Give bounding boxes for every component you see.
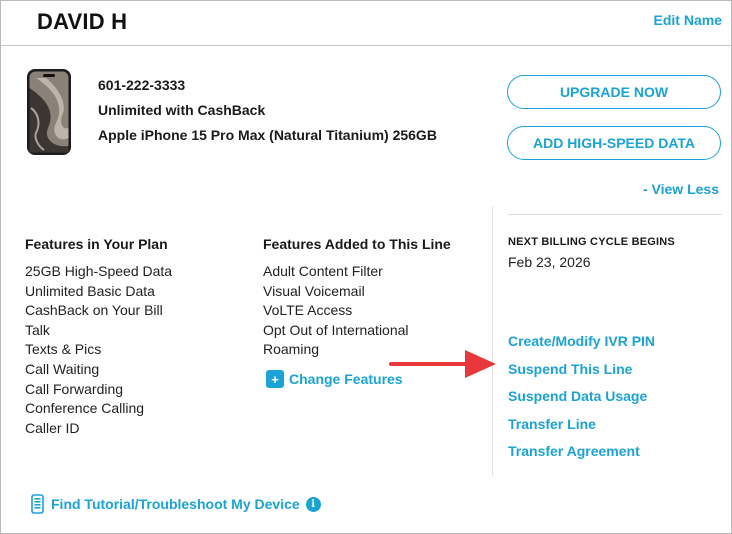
added-feature-item: Visual Voicemail bbox=[263, 282, 365, 299]
line-actions-list: Create/Modify IVR PIN Suspend This Line … bbox=[508, 328, 655, 466]
line-card: DAVID H Edit Name 601-222-3333 Unlimited… bbox=[0, 0, 732, 534]
added-features-column: Features Added to This Line Adult Conten… bbox=[263, 236, 451, 360]
billing-cycle-date: Feb 23, 2026 bbox=[508, 254, 591, 270]
added-feature-item: Opt Out of International bbox=[263, 321, 409, 338]
added-feature-item: Adult Content Filter bbox=[263, 263, 383, 279]
red-arrow-annotation bbox=[389, 350, 496, 378]
divider bbox=[508, 214, 722, 215]
plan-feature-item: Unlimited Basic Data bbox=[25, 282, 155, 299]
change-features-link[interactable]: + Change Features bbox=[266, 370, 403, 388]
plan-feature-item: Caller ID bbox=[25, 419, 80, 436]
added-feature-item: VoLTE Access bbox=[263, 302, 353, 319]
find-tutorial-label: Find Tutorial/Troubleshoot My Device bbox=[51, 496, 300, 512]
plan-feature-item: Conference Calling bbox=[25, 400, 145, 417]
added-features-heading: Features Added to This Line bbox=[263, 236, 451, 252]
line-info: 601-222-3333 Unlimited with CashBack App… bbox=[98, 73, 437, 148]
plan-feature-item: Call Forwarding bbox=[25, 380, 124, 397]
add-high-speed-data-button[interactable]: ADD HIGH-SPEED DATA bbox=[507, 126, 721, 160]
info-icon[interactable]: i bbox=[305, 496, 321, 512]
find-tutorial-link[interactable]: Find Tutorial/Troubleshoot My Device i bbox=[31, 494, 321, 514]
plan-feature-item: CashBack on Your Bill bbox=[25, 302, 163, 319]
plan-feature-item: Texts & Pics bbox=[25, 341, 102, 358]
billing-cycle-label: NEXT BILLING CYCLE BEGINS bbox=[508, 236, 675, 248]
create-modify-ivr-pin-link[interactable]: Create/Modify IVR PIN bbox=[508, 328, 655, 356]
device-name: Apple iPhone 15 Pro Max (Natural Titaniu… bbox=[98, 127, 437, 143]
column-divider bbox=[492, 206, 493, 476]
plan-features-heading: Features in Your Plan bbox=[25, 236, 168, 252]
change-features-label: Change Features bbox=[289, 371, 403, 387]
plan-name: Unlimited with CashBack bbox=[98, 102, 266, 118]
plan-feature-item: Call Waiting bbox=[25, 360, 100, 377]
transfer-line-link[interactable]: Transfer Line bbox=[508, 411, 655, 439]
plan-features-column: Features in Your Plan 25GB High-Speed Da… bbox=[25, 236, 172, 438]
suspend-data-usage-link[interactable]: Suspend Data Usage bbox=[508, 383, 655, 411]
device-icon bbox=[31, 494, 44, 514]
transfer-agreement-link[interactable]: Transfer Agreement bbox=[508, 438, 655, 466]
view-less-link[interactable]: - View Less bbox=[643, 181, 719, 197]
plan-feature-item: 25GB High-Speed Data bbox=[25, 263, 173, 279]
plus-icon: + bbox=[266, 370, 284, 388]
phone-image bbox=[27, 69, 71, 155]
upgrade-now-button[interactable]: UPGRADE NOW bbox=[507, 75, 721, 109]
plan-feature-item: Talk bbox=[25, 321, 50, 338]
edit-name-link[interactable]: Edit Name bbox=[654, 12, 722, 28]
phone-number: 601-222-3333 bbox=[98, 77, 186, 93]
suspend-this-line-link[interactable]: Suspend This Line bbox=[508, 356, 655, 384]
line-owner-name: DAVID H bbox=[37, 9, 128, 34]
card-header: DAVID H Edit Name bbox=[1, 1, 731, 46]
